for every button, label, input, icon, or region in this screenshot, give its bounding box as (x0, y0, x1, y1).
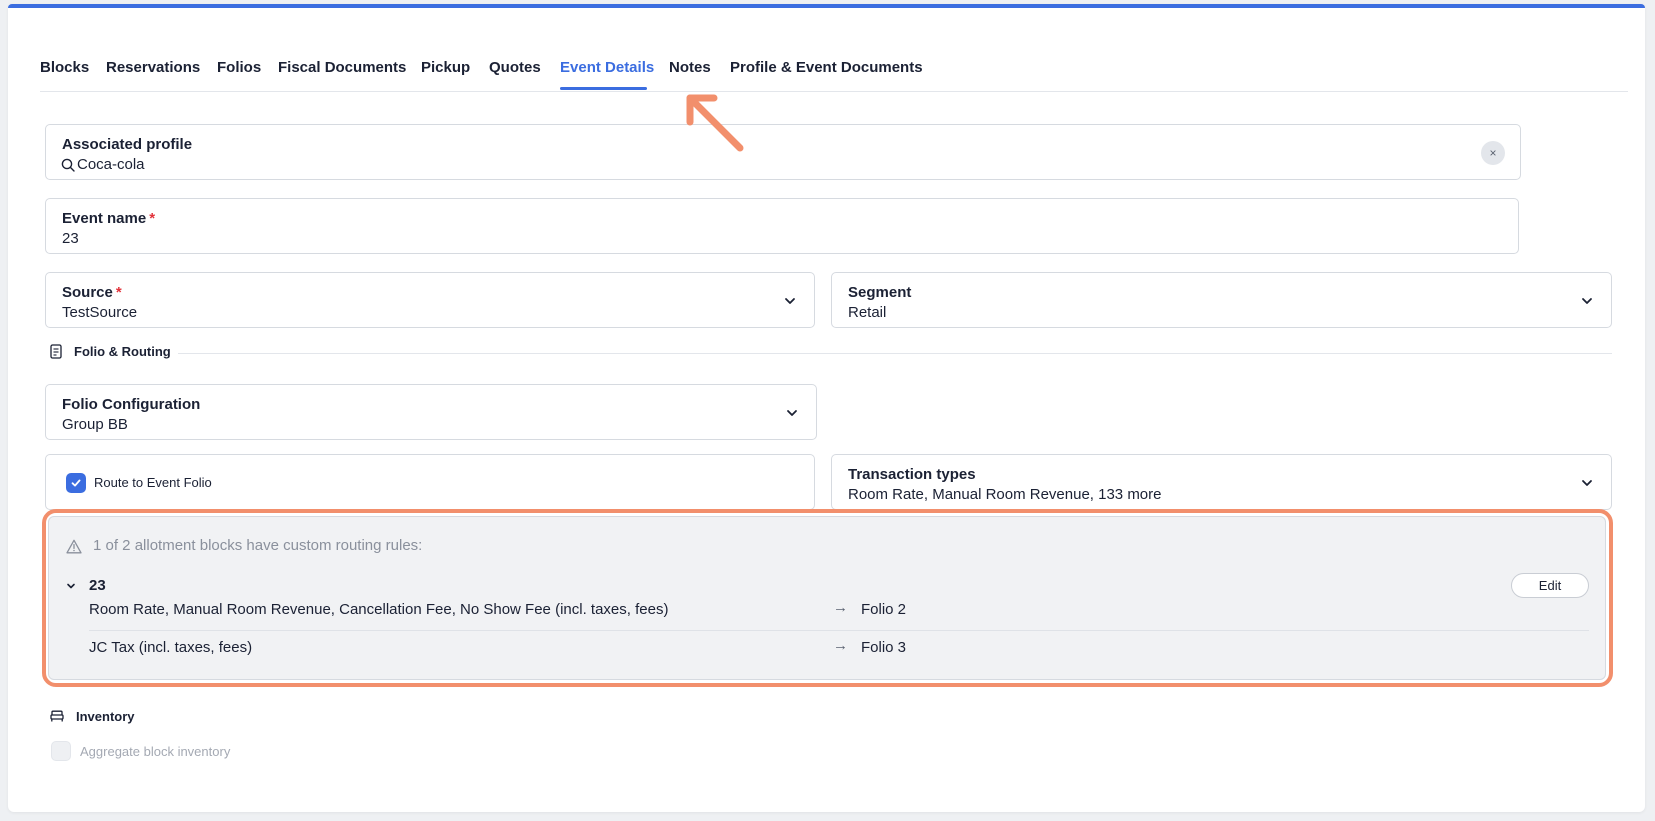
tab-reservations[interactable]: Reservations (106, 59, 200, 76)
annotation-arrow-icon (686, 94, 744, 152)
associated-profile-label: Associated profile (62, 136, 193, 153)
folio-routing-title: Folio & Routing (74, 343, 171, 359)
section-divider (178, 353, 1612, 354)
chevron-down-icon (787, 410, 797, 416)
tab-notes[interactable]: Notes (669, 59, 711, 76)
associated-profile-field[interactable]: Associated profile Coca-cola × (45, 124, 1521, 180)
event-details-card: Blocks Reservations Folios Fiscal Docume… (8, 4, 1645, 812)
tab-event-details[interactable]: Event Details (560, 59, 654, 76)
source-label: Source * (62, 284, 122, 301)
inventory-section-header: Inventory (50, 706, 135, 726)
event-name-label: Event name * (62, 210, 156, 227)
chevron-down-icon (785, 298, 795, 304)
tab-pickup[interactable]: Pickup (421, 59, 470, 76)
segment-value: Retail (848, 304, 887, 321)
transaction-types-label: Transaction types (848, 466, 976, 483)
event-name-field[interactable]: Event name * 23 (45, 198, 1519, 254)
route-to-event-folio-field: Route to Event Folio (45, 454, 815, 510)
tab-quotes[interactable]: Quotes (489, 59, 541, 76)
segment-label: Segment (848, 284, 912, 301)
tab-folios[interactable]: Folios (217, 59, 261, 76)
transaction-types-select[interactable]: Transaction types Room Rate, Manual Room… (831, 454, 1612, 510)
bed-icon (50, 710, 64, 722)
folio-configuration-label: Folio Configuration (62, 396, 201, 413)
inventory-title: Inventory (76, 708, 135, 724)
chevron-down-icon (1582, 480, 1592, 486)
tab-fiscal-documents[interactable]: Fiscal Documents (278, 59, 406, 76)
check-icon (71, 479, 81, 487)
transaction-types-value: Room Rate, Manual Room Revenue, 133 more (848, 486, 1162, 503)
clear-profile-button[interactable]: × (1481, 141, 1505, 165)
event-name-value: 23 (62, 230, 79, 247)
segment-select[interactable]: Segment Retail (831, 272, 1612, 328)
source-value: TestSource (62, 304, 138, 321)
folio-routing-section-header: Folio & Routing (50, 341, 171, 361)
search-icon (61, 158, 75, 172)
tab-profile-event-documents[interactable]: Profile & Event Documents (730, 59, 923, 76)
active-tab-indicator (560, 87, 647, 90)
tab-blocks[interactable]: Blocks (40, 59, 89, 76)
aggregate-block-inventory-label: Aggregate block inventory (80, 744, 231, 759)
folio-configuration-value: Group BB (62, 416, 128, 433)
source-select[interactable]: Source * TestSource (45, 272, 815, 328)
aggregate-block-inventory-checkbox[interactable] (51, 741, 71, 761)
document-icon (50, 343, 62, 359)
chevron-down-icon (1582, 298, 1592, 304)
folio-configuration-select[interactable]: Folio Configuration Group BB (45, 384, 817, 440)
route-to-event-folio-label: Route to Event Folio (94, 475, 212, 490)
associated-profile-value: Coca-cola (77, 156, 145, 173)
highlight-outline (42, 509, 1613, 687)
tab-bar: Blocks Reservations Folios Fiscal Docume… (40, 8, 1628, 92)
route-to-event-folio-checkbox[interactable] (66, 473, 86, 493)
required-marker: * (115, 284, 122, 301)
required-marker: * (149, 210, 156, 227)
